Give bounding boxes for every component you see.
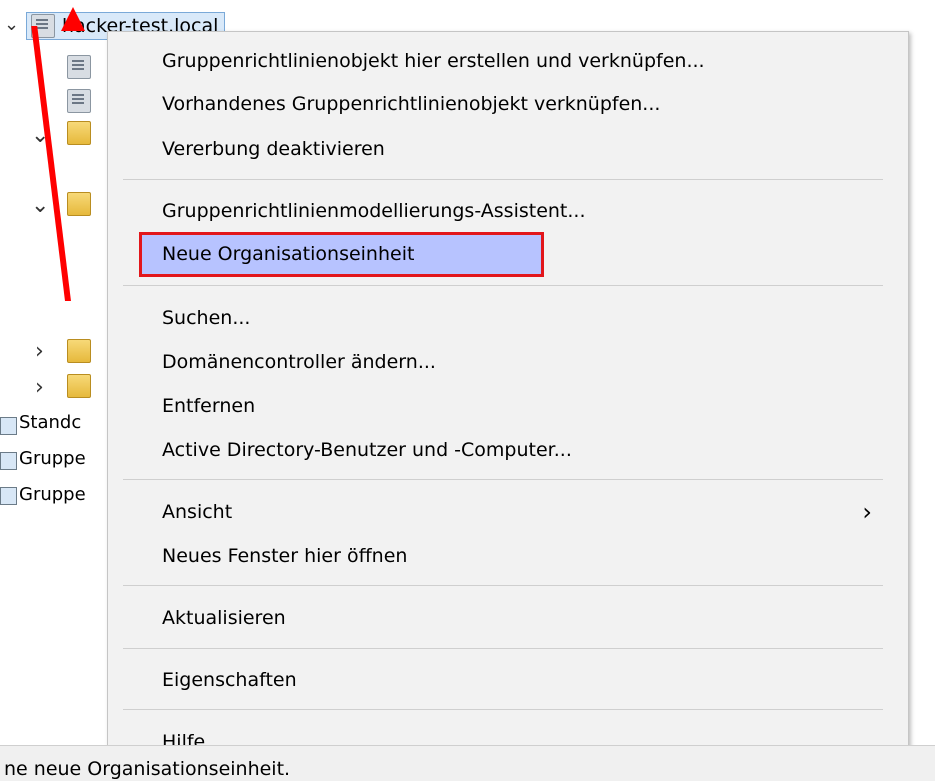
context-menu: Gruppenrichtlinienobjekt hier erstellen … [107,31,909,773]
status-text: ne neue Organisationseinheit. [4,758,291,780]
menu-separator [123,285,883,286]
menu-search[interactable]: Suchen... [162,304,250,332]
tree-item-partial[interactable]: Gruppe [19,448,86,469]
folder-icon [67,121,91,145]
default-policy-icon [0,417,17,435]
menu-view[interactable]: Ansicht [162,498,232,526]
menu-new-ou[interactable]: Neue Organisationseinheit [162,240,414,268]
folder-icon [67,192,91,216]
menu-properties[interactable]: Eigenschaften [162,666,297,694]
gpo-link-icon [67,89,91,113]
chevron-down-icon[interactable]: ⌄ [31,195,49,217]
folder-icon [67,374,91,398]
menu-separator [123,709,883,710]
menu-create-link-gpo[interactable]: Gruppenrichtlinienobjekt hier erstellen … [162,47,705,75]
group-policy-icon [0,487,17,505]
menu-modeling-wizard[interactable]: Gruppenrichtlinienmodellierungs-Assisten… [162,197,586,225]
folder-icon [67,339,91,363]
chevron-right-icon[interactable]: › [35,377,44,399]
menu-separator [123,585,883,586]
menu-remove[interactable]: Entfernen [162,392,255,420]
tree-item-partial[interactable]: Gruppe [19,484,86,505]
group-policy-icon [0,452,17,470]
annotation-arrow-head [61,7,85,31]
menu-disable-inheritance[interactable]: Vererbung deaktivieren [162,135,385,163]
tree-item-partial[interactable]: Standc [19,412,81,433]
menu-refresh[interactable]: Aktualisieren [162,604,286,632]
chevron-right-icon[interactable]: › [35,341,44,363]
chevron-down-icon[interactable]: ⌄ [4,14,19,35]
menu-ad-users-computers[interactable]: Active Directory-Benutzer und -Computer.… [162,436,572,464]
menu-separator [123,479,883,480]
menu-new-window[interactable]: Neues Fenster hier öffnen [162,542,407,570]
status-bar: ne neue Organisationseinheit. [0,745,935,781]
menu-separator [123,179,883,180]
gpo-link-icon [67,55,91,79]
submenu-arrow-icon: › [862,498,872,526]
menu-separator [123,648,883,649]
menu-link-existing-gpo[interactable]: Vorhandenes Gruppenrichtlinienobjekt ver… [162,90,660,118]
menu-change-dc[interactable]: Domänencontroller ändern... [162,348,436,376]
